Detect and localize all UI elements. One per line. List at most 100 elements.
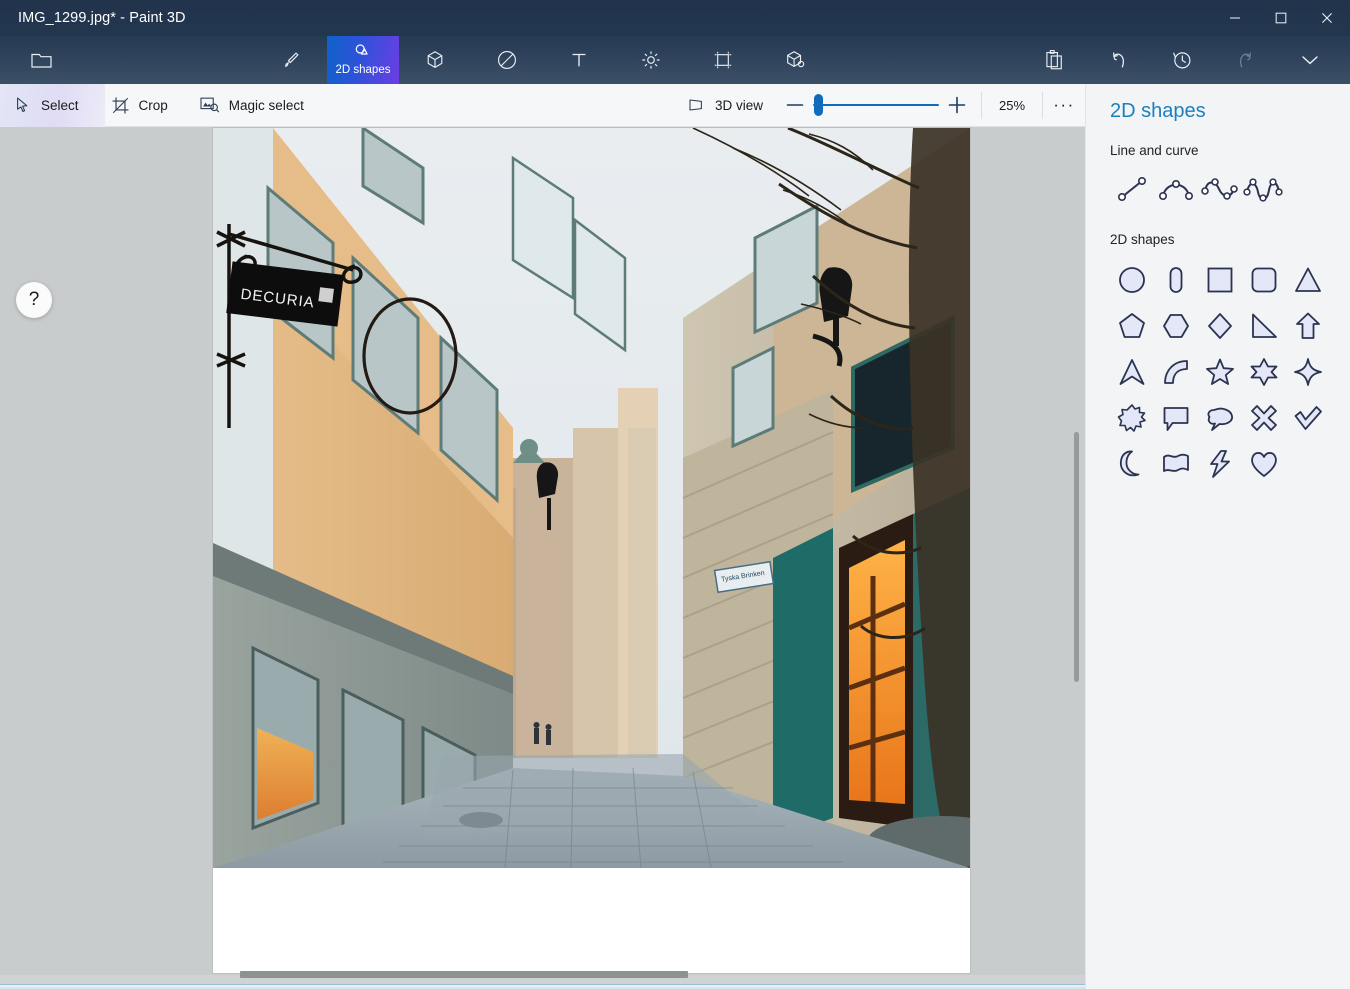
five-point-star-shape[interactable] — [1198, 349, 1242, 394]
shapes-panel: 2D shapes Line and curve — [1085, 84, 1350, 989]
six-point-star-shape[interactable] — [1242, 349, 1286, 394]
wave-shape[interactable] — [1154, 441, 1198, 486]
curved-sweep-icon — [1161, 357, 1191, 387]
magic-select-tool-label: Magic select — [229, 98, 304, 113]
checkmark-icon — [1293, 403, 1323, 433]
straight-line-icon — [1115, 174, 1149, 204]
line-and-curve-label: Line and curve — [1110, 143, 1328, 158]
right-triangle-shape[interactable] — [1242, 303, 1286, 348]
star-5-icon — [1205, 357, 1235, 387]
lightning-shape[interactable] — [1198, 441, 1242, 486]
star-4-icon — [1293, 357, 1323, 387]
circle-shape[interactable] — [1110, 257, 1154, 302]
moon-shape[interactable] — [1110, 441, 1154, 486]
ribbon-tabs: 2D shapes — [255, 36, 831, 84]
line-tool[interactable] — [1110, 168, 1154, 210]
sub-toolbar: Select Crop Magic select 3D view — [0, 84, 1085, 127]
square-shape[interactable] — [1198, 257, 1242, 302]
2d-shapes-grid — [1110, 257, 1328, 486]
zoom-slider-track — [813, 104, 939, 107]
zoom-controls: 3D view 25% ··· — [676, 84, 1085, 127]
pill-shape[interactable] — [1154, 257, 1198, 302]
diamond-shape[interactable] — [1198, 303, 1242, 348]
check-shape[interactable] — [1286, 395, 1330, 440]
tab-2d-shapes-label: 2D shapes — [336, 64, 391, 77]
star-6-icon — [1249, 357, 1279, 387]
thought-bubble-shape[interactable] — [1198, 395, 1242, 440]
cross-shape[interactable] — [1242, 395, 1286, 440]
speech-bubble-icon — [1161, 403, 1191, 433]
heart-icon — [1249, 449, 1279, 479]
starburst-shape[interactable] — [1110, 395, 1154, 440]
street-photo: DECURIA — [213, 128, 970, 868]
arrow-up-icon — [1293, 311, 1323, 341]
tab-2d-shapes[interactable]: 2D shapes — [327, 36, 399, 84]
double-curve-icon — [1199, 174, 1241, 204]
pill-icon — [1161, 265, 1191, 295]
arrow-up-shape[interactable] — [1286, 303, 1330, 348]
zoom-in-button[interactable] — [939, 84, 975, 127]
canvas-area[interactable]: DECURIA — [0, 127, 1085, 989]
tab-effects[interactable] — [615, 36, 687, 84]
zoom-out-button[interactable] — [777, 84, 813, 127]
pentagon-shape[interactable] — [1110, 303, 1154, 348]
menu-button[interactable] — [18, 36, 64, 84]
hexagon-icon — [1161, 311, 1191, 341]
redo-button[interactable] — [1214, 36, 1278, 84]
line-and-curve-grid — [1110, 168, 1328, 210]
lightning-icon — [1205, 449, 1235, 479]
magic-select-tool[interactable]: Magic select — [184, 84, 320, 127]
maximize-button[interactable] — [1258, 0, 1304, 36]
hexagon-shape[interactable] — [1154, 303, 1198, 348]
crop-tool[interactable]: Crop — [95, 84, 184, 127]
tab-art-tools[interactable] — [255, 36, 327, 84]
canvas-vertical-scrollbar[interactable] — [1074, 432, 1079, 682]
triangle-icon — [1293, 265, 1323, 295]
chevron-up-icon — [1117, 357, 1147, 387]
curved-arrow-shape[interactable] — [1154, 349, 1198, 394]
zoom-percent-label[interactable]: 25% — [981, 92, 1043, 119]
right-triangle-icon — [1249, 311, 1279, 341]
heart-shape[interactable] — [1242, 441, 1286, 486]
tab-3d-library[interactable] — [759, 36, 831, 84]
thought-bubble-icon — [1205, 403, 1235, 433]
paste-button[interactable] — [1022, 36, 1086, 84]
more-options-button[interactable]: ··· — [1043, 95, 1085, 115]
speech-bubble-shape[interactable] — [1154, 395, 1198, 440]
minimize-button[interactable] — [1212, 0, 1258, 36]
view-3d-label: 3D view — [715, 98, 763, 113]
window-controls — [1212, 0, 1350, 36]
rounded-square-shape[interactable] — [1242, 257, 1286, 302]
four-point-star-shape[interactable] — [1286, 349, 1330, 394]
window-title: IMG_1299.jpg* - Paint 3D — [0, 10, 186, 26]
expand-ribbon-button[interactable] — [1278, 36, 1342, 84]
pentagon-icon — [1117, 311, 1147, 341]
rounded-square-icon — [1249, 265, 1279, 295]
view-3d-button[interactable]: 3D view — [676, 98, 777, 113]
undo-button[interactable] — [1086, 36, 1150, 84]
tab-text[interactable] — [543, 36, 615, 84]
canvas-paper[interactable]: DECURIA — [213, 128, 970, 973]
history-button[interactable] — [1150, 36, 1214, 84]
close-button[interactable] — [1304, 0, 1350, 36]
ribbon-toolbar: 2D shapes — [0, 36, 1350, 84]
triangle-shape[interactable] — [1286, 257, 1330, 302]
tab-stickers[interactable] — [471, 36, 543, 84]
zoom-slider[interactable] — [813, 84, 939, 127]
canvas-horizontal-scrollbar[interactable] — [240, 971, 688, 978]
select-tool[interactable]: Select — [0, 84, 95, 127]
chevron-shape[interactable] — [1110, 349, 1154, 394]
help-button[interactable]: ? — [16, 282, 52, 318]
crop-icon — [111, 96, 130, 115]
double-curve-tool[interactable] — [1198, 168, 1242, 210]
tab-canvas[interactable] — [687, 36, 759, 84]
ribbon-left-group — [0, 36, 64, 84]
zoom-slider-thumb[interactable] — [814, 94, 823, 116]
panel-title: 2D shapes — [1110, 100, 1328, 123]
canvas-image[interactable]: DECURIA — [213, 128, 970, 868]
title-bar: IMG_1299.jpg* - Paint 3D — [0, 0, 1350, 36]
triple-curve-tool[interactable] — [1242, 168, 1286, 210]
curve-tool[interactable] — [1154, 168, 1198, 210]
magic-select-icon — [200, 96, 220, 114]
tab-3d-shapes[interactable] — [399, 36, 471, 84]
